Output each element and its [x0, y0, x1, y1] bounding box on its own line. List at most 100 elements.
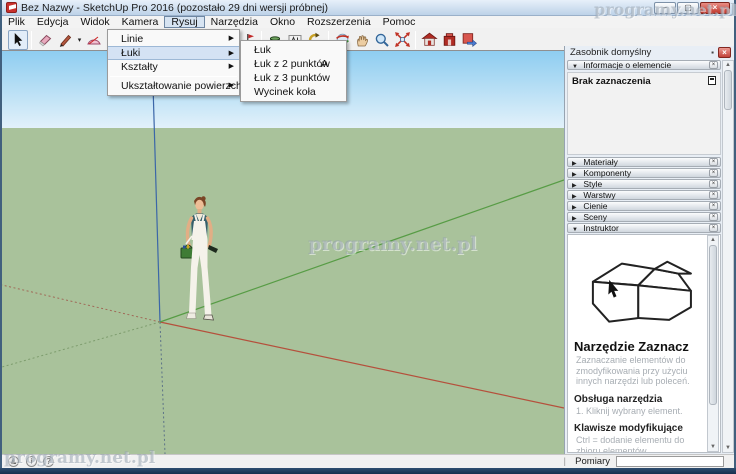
section-komponenty[interactable]: ▶ Komponenty × [567, 168, 721, 178]
section-label: Informacje o elemencie [583, 60, 672, 70]
section-close-icon[interactable]: × [709, 224, 718, 232]
measurements-input[interactable] [616, 456, 724, 467]
scroll-down-icon[interactable]: ▼ [708, 443, 718, 451]
minimize-button[interactable]: – [654, 2, 676, 14]
menu-rysuj[interactable]: Rysuj [164, 16, 205, 28]
window-title: Bez Nazwy - SketchUp Pro 2016 (pozostało… [21, 1, 328, 14]
geolocation-icon[interactable]: ♟ [8, 456, 19, 467]
section-label: Cienie [583, 201, 608, 211]
scroll-up-icon[interactable]: ▲ [723, 61, 733, 69]
menu-plik[interactable]: Plik [2, 16, 31, 28]
tray-scrollbar[interactable]: ▲ ▼ [722, 60, 734, 453]
section-entity-info[interactable]: ▼ Informacje o elemencie × [567, 60, 721, 70]
menu-item-label: Wycinek koła [254, 86, 316, 98]
section-close-icon[interactable]: × [709, 61, 718, 69]
section-label: Style [583, 179, 603, 189]
status-separator: | [563, 456, 566, 467]
arcs-submenu: Łuk Łuk z 2 punktów A Łuk z 3 punktów Wy… [240, 40, 347, 102]
menu-item-label: Łuk z 2 punktów [254, 58, 330, 70]
section-instruktor[interactable]: ▼ Instruktor × [567, 223, 721, 233]
warehouse-button[interactable] [419, 30, 439, 50]
section-style[interactable]: ▶ Style × [567, 179, 721, 189]
drawing-axes [2, 51, 564, 454]
credits-icon[interactable]: i [26, 456, 37, 467]
section-label: Materiały [583, 157, 618, 167]
pan-hand-icon [354, 32, 370, 48]
scroll-down-icon[interactable]: ▼ [723, 444, 733, 452]
arc-tool-button[interactable] [84, 30, 104, 50]
menu-narzedzia[interactable]: Narzędzia [205, 16, 264, 28]
title-bar: Bez Nazwy - SketchUp Pro 2016 (pozostało… [2, 0, 734, 16]
selection-details-icon[interactable] [708, 76, 716, 85]
submenu-item-luk-2-punkty[interactable]: Łuk z 2 punktów A [241, 57, 346, 71]
select-arrow-icon [11, 32, 26, 47]
section-close-icon[interactable]: × [709, 191, 718, 199]
extension-warehouse-icon [441, 31, 458, 48]
select-tool-button[interactable] [8, 29, 28, 50]
house-illustration [591, 260, 692, 323]
menu-item-linie[interactable]: Linie ▶ [108, 32, 239, 46]
menu-rozszerzenia[interactable]: Rozszerzenia [301, 16, 377, 28]
eraser-tool-button[interactable] [35, 30, 55, 50]
person-figure[interactable] [178, 195, 220, 325]
pin-icon[interactable]: ▪ [711, 48, 714, 57]
section-label: Instruktor [583, 223, 619, 233]
menu-item-label: Łuk [254, 44, 271, 56]
instructor-modifiers-text: Ctrl = dodanie elementu do zbioru elemen… [576, 435, 685, 453]
scroll-up-icon[interactable]: ▲ [708, 236, 718, 244]
section-sceny[interactable]: ▶ Sceny × [567, 212, 721, 222]
menu-widok[interactable]: Widok [74, 16, 115, 28]
instructor-scrollbar[interactable]: ▲ ▼ [707, 235, 719, 452]
section-label: Komponenty [583, 168, 632, 178]
send-to-layout-button[interactable] [459, 30, 479, 50]
section-cienie[interactable]: ▶ Cienie × [567, 201, 721, 211]
section-close-icon[interactable]: × [709, 158, 718, 166]
zoom-extents-button[interactable] [392, 30, 412, 50]
app-icon [6, 2, 17, 13]
model-viewport[interactable]: programy.net.pl [2, 51, 564, 454]
eraser-icon [37, 32, 53, 48]
window-border-bottom [0, 468, 736, 474]
section-label: Sceny [583, 212, 607, 222]
pan-tool-button[interactable] [352, 30, 372, 50]
section-close-icon[interactable]: × [709, 180, 718, 188]
section-materialy[interactable]: ▶ Materiały × [567, 157, 721, 167]
arc-icon [86, 32, 102, 48]
close-button[interactable]: × [700, 2, 730, 14]
menu-okno[interactable]: Okno [264, 16, 301, 28]
menu-pomoc[interactable]: Pomoc [377, 16, 422, 28]
menu-item-luki[interactable]: Łuki ▶ [108, 46, 239, 60]
section-warstwy[interactable]: ▶ Warstwy × [567, 190, 721, 200]
section-close-icon[interactable]: × [709, 213, 718, 221]
menu-edycja[interactable]: Edycja [31, 16, 75, 28]
measurements-label: Pomiary [575, 456, 610, 467]
submenu-arrow-icon: ▶ [228, 63, 234, 70]
section-close-icon[interactable]: × [709, 202, 718, 210]
submenu-item-wycinek-kola[interactable]: Wycinek koła [241, 85, 346, 99]
toolbar-separator [415, 30, 416, 49]
menu-item-uksztaltowanie[interactable]: Ukształtowanie powierzchni ▶ [108, 79, 250, 93]
section-label: Warstwy [583, 190, 616, 200]
menu-item-label: Linie [121, 33, 144, 45]
expanded-arrow-icon: ▼ [572, 64, 578, 70]
pencil-icon [57, 32, 73, 48]
extension-warehouse-button[interactable] [439, 30, 459, 50]
line-tool-caret[interactable]: ▾ [75, 30, 84, 50]
window-border-left [0, 0, 2, 468]
maximize-button[interactable]: ▢ [677, 2, 699, 14]
menu-item-ksztalty[interactable]: Kształty ▶ [108, 60, 239, 74]
toolbar-separator [31, 30, 32, 49]
line-tool-button[interactable] [55, 30, 75, 50]
zoom-tool-button[interactable] [372, 30, 392, 50]
menu-item-label: Kształty [121, 61, 158, 73]
menu-kamera[interactable]: Kamera [116, 16, 165, 28]
selection-status: Brak zaznaczenia [572, 76, 651, 87]
submenu-item-luk-3-punkty[interactable]: Łuk z 3 punktów [241, 71, 346, 85]
menu-item-label: Łuk z 3 punktów [254, 72, 330, 84]
tray-close-button[interactable]: × [718, 47, 731, 58]
instructor-modifiers-heading: Klawisze modyfikujące [574, 423, 683, 434]
help-icon[interactable]: ? [43, 456, 54, 467]
section-close-icon[interactable]: × [709, 169, 718, 177]
shortcut-label: A [320, 58, 328, 70]
submenu-item-luk[interactable]: Łuk [241, 43, 346, 57]
